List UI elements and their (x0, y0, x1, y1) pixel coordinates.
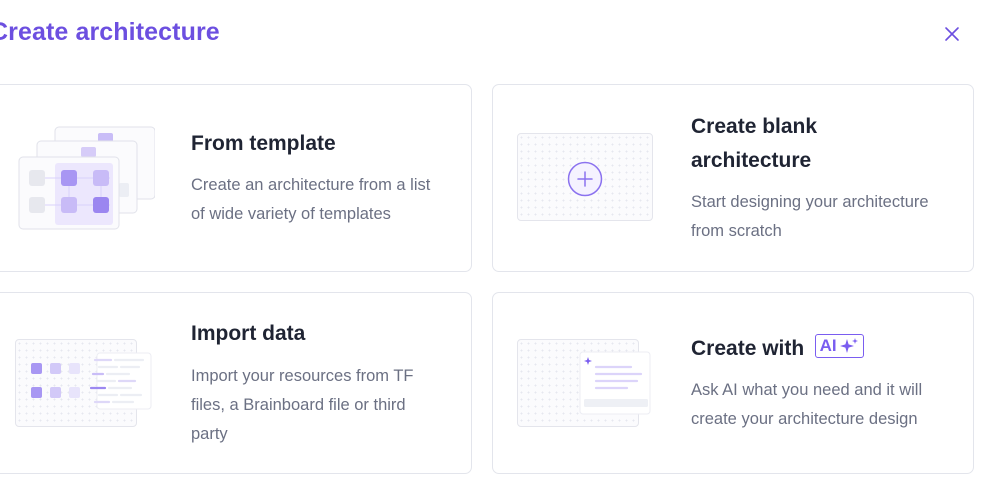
sparkle-icon (839, 338, 858, 353)
plus-circle-icon (567, 161, 603, 197)
option-import-data[interactable]: Import data Import your resources from T… (0, 292, 472, 474)
option-create-blank[interactable]: Create blank architecture Start designin… (492, 84, 974, 272)
option-description-line-2: of wide variety of templates (191, 205, 391, 223)
option-title: From template (191, 132, 336, 155)
template-stack-illustration (18, 126, 155, 230)
option-title: Create with (691, 337, 805, 360)
ai-badge-label: AI (819, 336, 837, 355)
option-description-line-1: Create an architecture from a list (191, 176, 431, 194)
ai-prompt-graphic (579, 351, 651, 415)
option-title-line-1: Create blank (691, 115, 818, 138)
modal-title: Create architecture (0, 18, 220, 46)
option-from-template[interactable]: From template Create an architecture fro… (0, 84, 472, 272)
close-button[interactable] (940, 22, 964, 46)
option-description-line-3: party (191, 425, 228, 443)
option-description-line-1: Ask AI what you need and it will (691, 381, 923, 399)
close-icon[interactable] (944, 26, 960, 42)
option-description-line-1: Import your resources from TF (191, 367, 414, 385)
option-title-row: Create with AI (691, 332, 864, 366)
option-title-line-2: architecture (691, 149, 812, 172)
option-title: Import data (191, 322, 306, 345)
ai-badge: AI (814, 334, 864, 358)
import-data-graphic (31, 352, 152, 410)
option-description-line-2: from scratch (691, 222, 782, 240)
option-description-line-2: create your architecture design (691, 410, 918, 428)
option-description-line-2: files, a Brainboard file or third (191, 396, 406, 414)
option-description-line-1: Start designing your architecture (691, 193, 929, 211)
option-create-with-ai[interactable]: Create with AI Ask AI what you need and … (492, 292, 974, 474)
